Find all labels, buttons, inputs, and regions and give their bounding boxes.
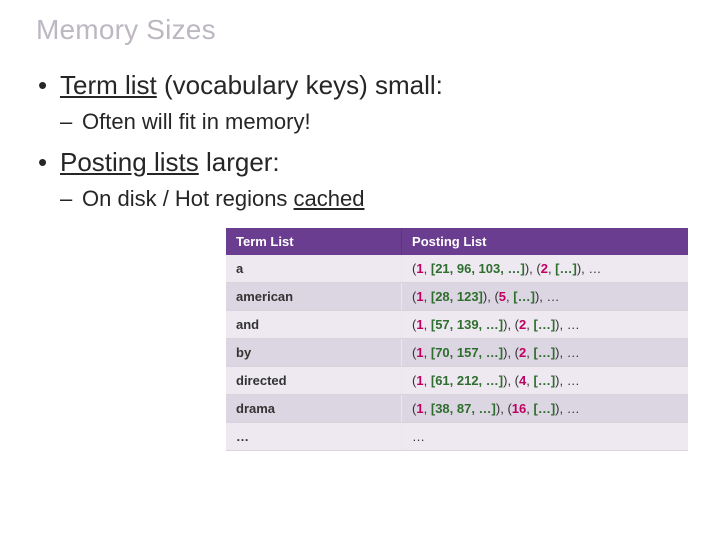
table-wrap: Term List Posting List a(1, [21, 96, 103… (226, 228, 688, 451)
cell-posting: (1, [61, 212, …]), (4, […]), … (402, 366, 688, 394)
th-posting-list: Posting List (402, 228, 688, 255)
subbullet-on-disk-pre: On disk / Hot regions (82, 186, 294, 211)
table-row: american(1, [28, 123]), (5, […]), … (226, 282, 688, 310)
table-header-row: Term List Posting List (226, 228, 688, 255)
subbullet-on-disk: On disk / Hot regions cached (60, 184, 684, 214)
cell-posting: (1, [38, 87, …]), (16, […]), … (402, 394, 688, 422)
table-row: directed(1, [61, 212, …]), (4, […]), … (226, 366, 688, 394)
cell-term: … (226, 422, 402, 450)
cell-posting: (1, [21, 96, 103, …]), (2, […]), … (402, 255, 688, 283)
cell-term: american (226, 282, 402, 310)
cell-posting: (1, [28, 123]), (5, […]), … (402, 282, 688, 310)
table-row: and(1, [57, 139, …]), (2, […]), … (226, 310, 688, 338)
bullet-term-list-key: Term list (60, 70, 157, 100)
subbullet-fit-memory: Often will fit in memory! (60, 107, 684, 137)
bullet-posting-lists: Posting lists larger: On disk / Hot regi… (36, 145, 684, 214)
subbullet-on-disk-cached: cached (294, 186, 365, 211)
th-term-list: Term List (226, 228, 402, 255)
term-posting-table: Term List Posting List a(1, [21, 96, 103… (226, 228, 688, 451)
table-body: a(1, [21, 96, 103, …]), (2, […]), …ameri… (226, 255, 688, 451)
sublist-1: Often will fit in memory! (60, 107, 684, 137)
cell-posting: (1, [57, 139, …]), (2, […]), … (402, 310, 688, 338)
bullet-term-list: Term list (vocabulary keys) small: Often… (36, 68, 684, 137)
cell-term: directed (226, 366, 402, 394)
table-row: a(1, [21, 96, 103, …]), (2, […]), … (226, 255, 688, 283)
sublist-2: On disk / Hot regions cached (60, 184, 684, 214)
bullet-posting-lists-key: Posting lists (60, 147, 199, 177)
cell-term: a (226, 255, 402, 283)
slide-title: Memory Sizes (36, 14, 684, 46)
cell-term: drama (226, 394, 402, 422)
cell-term: and (226, 310, 402, 338)
table-row: by(1, [70, 157, …]), (2, […]), … (226, 338, 688, 366)
table-row: …… (226, 422, 688, 450)
bullet-list: Term list (vocabulary keys) small: Often… (36, 68, 684, 214)
bullet-posting-lists-rest: larger: (199, 147, 280, 177)
cell-term: by (226, 338, 402, 366)
cell-posting: … (402, 422, 688, 450)
bullet-term-list-rest: (vocabulary keys) small: (157, 70, 443, 100)
cell-posting: (1, [70, 157, …]), (2, […]), … (402, 338, 688, 366)
slide: Memory Sizes Term list (vocabulary keys)… (0, 0, 720, 540)
table-row: drama(1, [38, 87, …]), (16, […]), … (226, 394, 688, 422)
